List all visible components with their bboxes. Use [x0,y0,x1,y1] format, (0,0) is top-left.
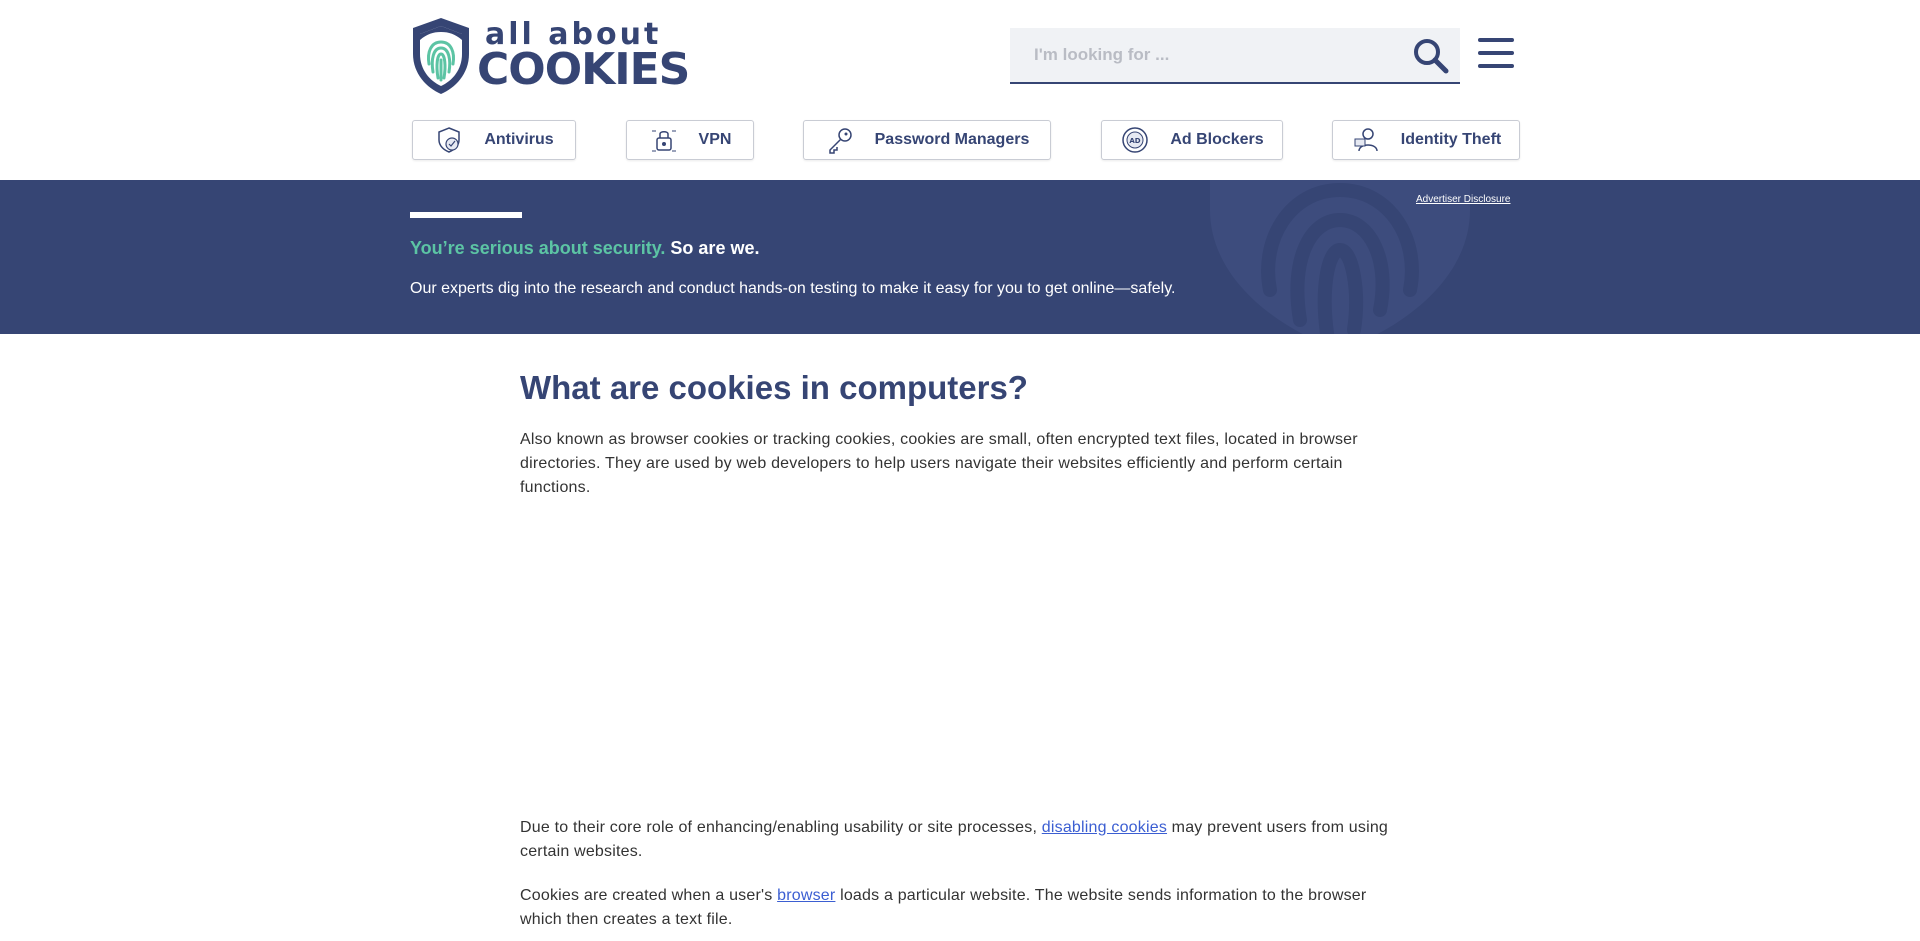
category-label: Antivirus [484,131,554,148]
paragraph-text: Due to their core role of enhancing/enab… [520,818,1042,836]
category-ad-blockers-button[interactable]: AD Ad Blockers [1101,120,1283,160]
site-logo[interactable]: all about COOKIES [409,16,690,96]
category-password-managers-button[interactable]: Password Managers [803,120,1051,160]
key-icon [828,128,852,154]
advertiser-disclosure-link[interactable]: Advertiser Disclosure [1416,194,1510,205]
search-icon[interactable] [1412,37,1450,75]
browser-link[interactable]: browser [777,887,835,904]
category-identity-theft-button[interactable]: Identity Theft [1332,120,1520,160]
ad-placeholder [520,500,1400,816]
article-paragraph: Cookies are created when a user's browse… [520,884,1400,932]
ad-blocker-icon: AD [1122,127,1149,153]
category-label: Identity Theft [1400,131,1502,148]
site-header: all about COOKIES Antivirus [0,0,1920,180]
svg-text:AD: AD [1130,137,1141,145]
hamburger-menu-icon[interactable] [1478,38,1514,72]
shield-fingerprint-icon [413,18,469,94]
category-label: VPN [698,131,732,148]
category-vpn-button[interactable]: VPN [626,120,754,160]
article-paragraph: Due to their core role of enhancing/enab… [520,816,1400,864]
category-antivirus-button[interactable]: Antivirus [412,120,576,160]
paragraph-text: Cookies are created when a user's [520,886,778,904]
logo-bottom-text: COOKIES [477,44,690,95]
hero-tagline-accent: You’re serious about security. [410,238,666,258]
hero-subtitle: Our experts dig into the research and co… [410,280,1176,297]
category-label: Password Managers [874,131,1030,148]
identity-theft-icon [1354,128,1378,152]
disabling-cookies-link[interactable]: disabling cookies [1042,819,1167,836]
article-paragraph: Also known as browser cookies or trackin… [520,430,1358,496]
hero-accent-bar [410,212,522,218]
article-content: What are cookies in computers? Also know… [520,334,1400,932]
vpn-lock-icon [651,130,676,152]
category-nav: Antivirus VPN Password Managers AD Ad Bl… [0,120,1920,160]
logo-wordmark: all about COOKIES [477,20,690,95]
hero-tagline: You’re serious about security. So are we… [410,238,759,259]
hero-banner: You’re serious about security. So are we… [0,180,1920,334]
antivirus-shield-icon [438,127,461,153]
hero-tagline-white: So are we. [670,238,760,258]
search-input[interactable] [1010,28,1390,82]
search-bar [1010,28,1460,84]
article-title: What are cookies in computers? [520,369,1028,406]
category-label: Ad Blockers [1170,131,1264,148]
